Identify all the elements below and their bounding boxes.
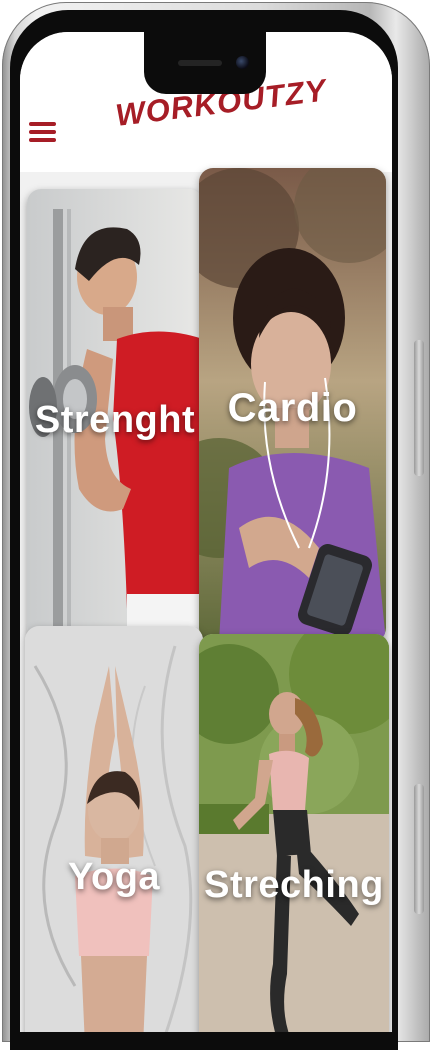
workout-card-yoga[interactable]: Yoga: [25, 626, 203, 1032]
workout-card-stretching[interactable]: Streching: [199, 634, 389, 1032]
workout-grid: Strenght Cardio Yoga Streching: [20, 32, 392, 1032]
workout-card-strength[interactable]: Strenght: [27, 189, 203, 641]
workout-label: Strenght: [34, 399, 196, 441]
phone-bezel: WORKOUTZY Strenght Cardio Yoga Streching: [10, 10, 398, 1050]
phone-frame: WORKOUTZY Strenght Cardio Yoga Streching: [2, 2, 430, 1050]
workout-card-cardio[interactable]: Cardio: [199, 168, 386, 642]
front-camera: [236, 56, 249, 69]
power-button: [414, 784, 424, 914]
app-screen: WORKOUTZY Strenght Cardio Yoga Streching: [20, 32, 392, 1032]
stretching-photo: [199, 634, 389, 1032]
phone-notch: [144, 32, 266, 94]
workout-label: Cardio: [227, 386, 358, 430]
volume-button: [414, 340, 424, 476]
yoga-photo: [25, 626, 203, 1032]
workout-label: Streching: [204, 864, 384, 906]
workout-label: Yoga: [67, 856, 161, 898]
speaker-grille: [178, 60, 222, 66]
